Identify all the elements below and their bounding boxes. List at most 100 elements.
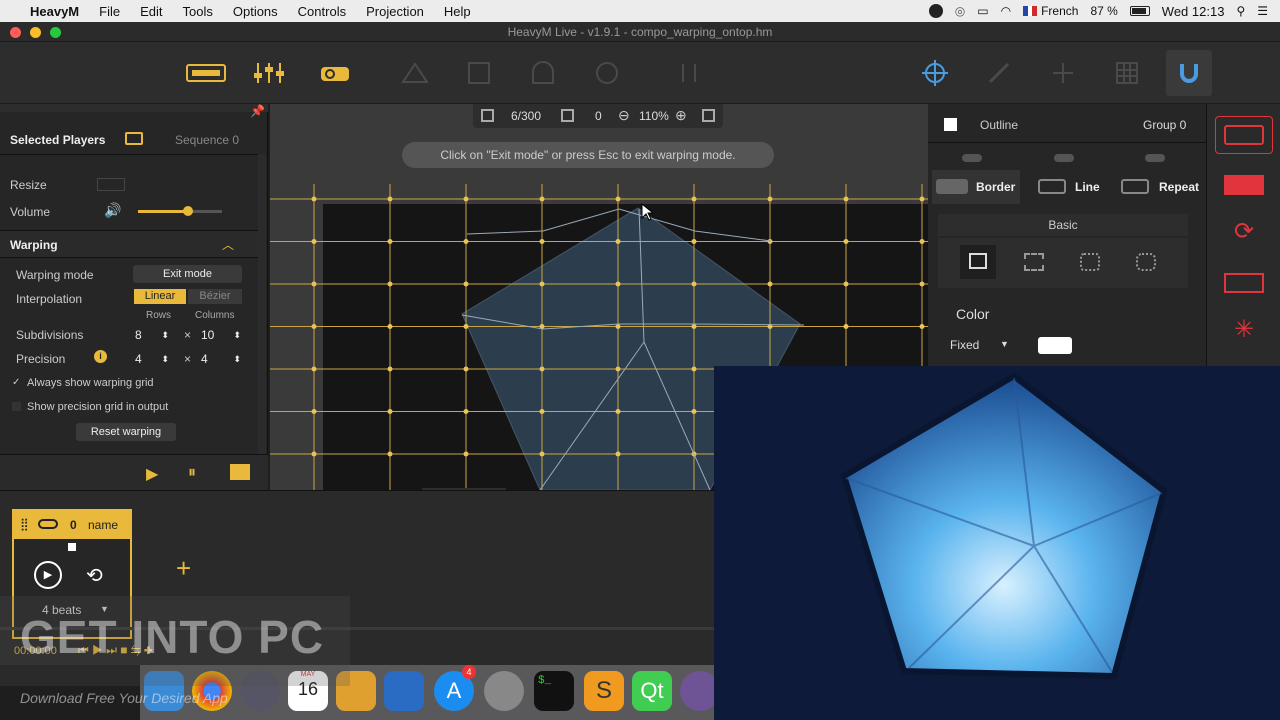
grid-control-point[interactable] (691, 239, 697, 244)
drag-handle-icon[interactable]: ⣿ (20, 517, 29, 531)
precision-cols-input[interactable]: 4 ⬍ (201, 350, 245, 368)
pin-icon[interactable]: 📌 (250, 104, 265, 118)
play-icon[interactable]: ▶ (34, 561, 62, 589)
reset-warping-button[interactable]: Reset warping (76, 423, 176, 441)
close-window-button[interactable] (10, 27, 21, 38)
grid-control-point[interactable] (615, 324, 621, 329)
checkbox-always-show[interactable]: ✓ (12, 377, 20, 388)
player-toggle[interactable] (38, 519, 58, 529)
grid-control-point[interactable] (767, 239, 773, 244)
grid-control-point[interactable] (311, 451, 317, 457)
linear-toggle[interactable]: Linear (134, 289, 186, 304)
grid-control-point[interactable] (463, 451, 469, 457)
grid-control-point[interactable] (311, 324, 317, 329)
zoom-window-button[interactable] (50, 27, 61, 38)
grid-control-point[interactable] (615, 196, 621, 202)
menu-options[interactable]: Options (223, 4, 288, 19)
grid-control-point[interactable] (539, 451, 545, 457)
play-all-icon[interactable]: ▶ (146, 464, 158, 484)
notifications-icon[interactable]: ☰ (1257, 4, 1268, 18)
terminal-icon[interactable]: $_ (534, 671, 574, 711)
tab-selected-players[interactable]: Selected Players (10, 133, 105, 147)
grid-control-point[interactable] (843, 239, 849, 244)
app-store-icon[interactable]: A 4 (434, 665, 476, 711)
grid-control-point[interactable] (463, 409, 469, 414)
menu-tools[interactable]: Tools (173, 4, 223, 19)
style-solid-button[interactable] (960, 245, 996, 279)
battery-percent[interactable]: 87 % (1090, 4, 1117, 18)
grid-control-point[interactable] (691, 196, 697, 202)
grid-control-point[interactable] (539, 409, 545, 414)
fill-shape-icon[interactable] (1215, 166, 1273, 204)
brush-icon[interactable] (982, 58, 1016, 88)
subdivisions-rows-input[interactable]: 8 ⬍ (135, 326, 179, 344)
menu-controls[interactable]: Controls (288, 4, 356, 19)
add-icon[interactable] (1046, 58, 1080, 88)
grid-control-point[interactable] (615, 409, 621, 414)
grid-control-point[interactable] (387, 239, 393, 244)
airplay-icon[interactable]: ▭ (977, 4, 988, 18)
keyboard-icon[interactable] (186, 58, 226, 88)
qt-icon[interactable]: Qt (632, 671, 672, 711)
grid-control-point[interactable] (767, 281, 773, 287)
grid-control-point[interactable] (919, 281, 925, 287)
menu-help[interactable]: Help (434, 4, 481, 19)
volume-slider[interactable] (138, 206, 222, 216)
stepper-icon[interactable]: ⬍ (233, 350, 241, 368)
bezier-toggle[interactable]: Bézier (188, 289, 242, 304)
rotate-shape-icon[interactable]: ⟳ (1215, 212, 1273, 250)
grid-control-point[interactable] (539, 239, 545, 244)
grid-control-point[interactable] (311, 281, 317, 287)
menu-app[interactable]: HeavyM (20, 4, 89, 19)
grid-control-point[interactable] (691, 409, 697, 414)
grid-control-point[interactable] (767, 196, 773, 202)
stepper-icon[interactable]: ⬍ (233, 326, 241, 344)
grid-control-point[interactable] (615, 281, 621, 287)
menu-projection[interactable]: Projection (356, 4, 434, 19)
grid-control-point[interactable] (387, 451, 393, 457)
volume-slider-knob[interactable] (183, 206, 194, 216)
menu-edit[interactable]: Edit (130, 4, 172, 19)
dome-shape-icon[interactable] (526, 58, 560, 88)
circle-shape-icon[interactable] (590, 58, 624, 88)
outline-shape-icon[interactable] (1215, 116, 1273, 154)
speaker-icon[interactable]: 🔊 (104, 202, 121, 219)
menu-file[interactable]: File (89, 4, 130, 19)
input-language[interactable]: French (1041, 4, 1078, 18)
grid-control-point[interactable] (539, 281, 545, 287)
player-name[interactable]: name (88, 518, 118, 532)
projector-icon[interactable] (318, 58, 352, 88)
grid-control-point[interactable] (463, 366, 469, 372)
mask-shape-icon[interactable] (1215, 264, 1273, 302)
outline-checkbox[interactable] (944, 118, 957, 131)
grid-control-point[interactable] (691, 366, 697, 372)
wifi-icon[interactable]: ◠ (1001, 4, 1011, 18)
info-icon[interactable]: i (94, 350, 107, 363)
square-shape-icon[interactable] (462, 58, 496, 88)
scrollbar[interactable] (258, 154, 266, 454)
grid-control-point[interactable] (311, 366, 317, 372)
grid-control-point[interactable] (387, 366, 393, 372)
battery-icon[interactable] (1129, 6, 1150, 16)
status-app-icon[interactable] (928, 4, 943, 18)
zoom-in-icon[interactable]: ⊕ (675, 107, 687, 124)
grid-control-point[interactable] (387, 324, 393, 329)
grid-icon[interactable] (1110, 58, 1144, 88)
target-icon[interactable] (918, 58, 952, 88)
grid-control-point[interactable] (463, 196, 469, 202)
minimize-window-button[interactable] (30, 27, 41, 38)
clock[interactable]: Wed 12:13 (1162, 4, 1225, 19)
resize-control[interactable] (97, 178, 125, 191)
add-player-icon[interactable]: + (176, 553, 191, 584)
system-preferences-icon[interactable] (484, 671, 524, 711)
keynote-icon[interactable] (384, 671, 424, 711)
grid-control-point[interactable] (615, 239, 621, 244)
precision-rows-input[interactable]: 4 ⬍ (135, 350, 179, 368)
loop-icon[interactable]: ⟲ (86, 563, 103, 588)
pause-all-icon[interactable]: ⏸ (188, 464, 196, 482)
checkbox-show-precision[interactable] (12, 402, 21, 411)
grid-control-point[interactable] (615, 451, 621, 457)
grid-control-point[interactable] (691, 324, 697, 329)
repeat-toggle[interactable] (1145, 154, 1165, 162)
sublime-icon[interactable]: S (584, 671, 624, 711)
